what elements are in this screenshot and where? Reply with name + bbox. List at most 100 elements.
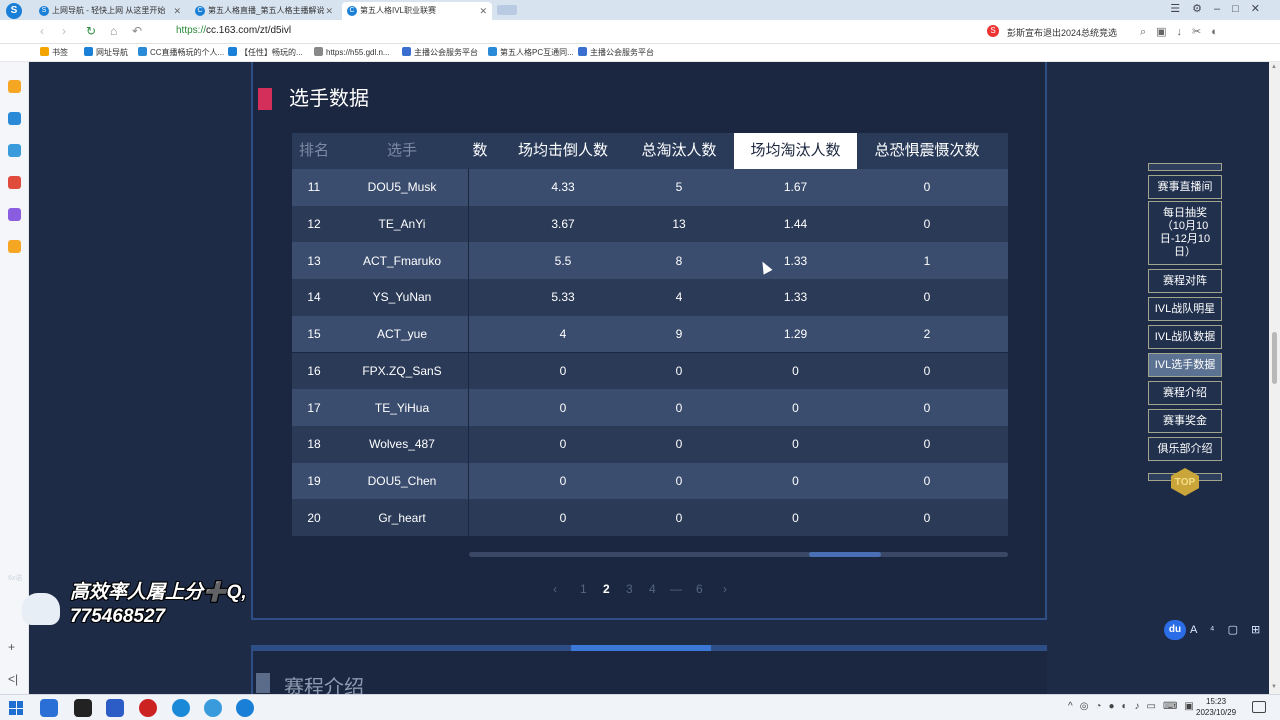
taskbar-app-icon[interactable] bbox=[172, 699, 190, 717]
cell-player[interactable]: DOU5_Chen bbox=[336, 463, 468, 500]
notification-icon[interactable] bbox=[1252, 701, 1266, 713]
nav-top-strip bbox=[1148, 163, 1222, 171]
pdf-icon[interactable] bbox=[8, 176, 21, 189]
prev-page-button[interactable]: ‹ bbox=[553, 582, 557, 596]
taskbar-app-icon[interactable] bbox=[74, 699, 92, 717]
header-player[interactable]: 选手 bbox=[336, 133, 468, 169]
nav-schedule[interactable]: 赛程对阵 bbox=[1148, 269, 1222, 293]
next-page-button[interactable]: › bbox=[723, 582, 727, 596]
bookmark-favicon-icon bbox=[488, 47, 497, 56]
nav-club-intro[interactable]: 俱乐部介绍 bbox=[1148, 437, 1222, 461]
clock-time: 15:23 bbox=[1206, 697, 1227, 706]
cell-total-eliminations: 0 bbox=[675, 363, 683, 378]
cloud-icon[interactable] bbox=[8, 144, 21, 157]
nav-prize[interactable]: 赛事奖金 bbox=[1148, 409, 1222, 433]
collapse-icon[interactable]: <| bbox=[8, 672, 18, 686]
window-controls[interactable]: ☰⚙–□✕ bbox=[1170, 2, 1272, 15]
header-total-terror-shocks[interactable]: 总恐惧震慑次数 bbox=[857, 133, 997, 169]
taskbar-clock[interactable]: 15:23 2023/10/29 bbox=[1196, 696, 1236, 718]
header-truncated[interactable]: 数 bbox=[468, 133, 492, 169]
bookmark-item[interactable]: 主播公会服务平台 bbox=[402, 47, 478, 58]
cell-player[interactable]: TE_YiHua bbox=[336, 389, 468, 426]
url-field[interactable]: https://cc.163.com/zt/d5ivl bbox=[176, 25, 291, 36]
page-button-current[interactable]: 2 bbox=[603, 582, 610, 596]
taskbar-app-icon[interactable] bbox=[204, 699, 222, 717]
bookmark-item[interactable]: 网址导航 bbox=[84, 47, 128, 58]
page-button[interactable]: 3 bbox=[626, 582, 633, 596]
cell-player[interactable]: ACT_yue bbox=[336, 316, 468, 353]
nav-player-data[interactable]: IVL选手数据 bbox=[1148, 353, 1222, 377]
table-row: 15 ACT_yue 4 9 1.29 2 bbox=[292, 315, 1008, 353]
undo-icon[interactable]: ↶ bbox=[132, 24, 142, 38]
browser-logo-icon[interactable]: S bbox=[6, 3, 22, 19]
cell-player[interactable]: ACT_Fmaruko bbox=[336, 242, 468, 279]
taskbar-app-icon[interactable] bbox=[40, 699, 58, 717]
page-button[interactable]: 4 bbox=[649, 582, 656, 596]
page-button[interactable]: 6 bbox=[696, 582, 703, 596]
add-icon[interactable]: + bbox=[8, 640, 15, 654]
cell-player[interactable]: DOU5_Musk bbox=[336, 169, 468, 206]
search-icon[interactable] bbox=[8, 240, 21, 253]
taskbar-app-icon[interactable] bbox=[106, 699, 124, 717]
cell-rank: 20 bbox=[307, 510, 321, 525]
taskbar-app-icon[interactable] bbox=[139, 699, 157, 717]
news-ticker[interactable]: 彭斯宣布退出2024总统竞选 bbox=[1007, 26, 1117, 39]
taskbar: ^◎◔●◐♪▭⌨▣ 15:23 2023/10/29 bbox=[0, 694, 1280, 720]
vertical-scrollbar[interactable]: ▲ ▼ bbox=[1269, 62, 1280, 694]
note-icon[interactable] bbox=[8, 208, 21, 221]
browser-tab[interactable]: S 上网导航 - 轻快上网 从这里开始 ✕ bbox=[34, 2, 186, 20]
cell-player[interactable]: FPX.ZQ_SanS bbox=[336, 353, 468, 390]
nav-daily-lottery[interactable]: 每日抽奖（10月10日-12月10日） bbox=[1148, 201, 1222, 265]
scrollbar-thumb[interactable] bbox=[1272, 332, 1277, 384]
horizontal-scrollbar[interactable] bbox=[469, 552, 1008, 557]
history-icon[interactable] bbox=[8, 112, 21, 125]
clock-date: 2023/10/29 bbox=[1196, 708, 1237, 717]
address-toolbar-icons[interactable]: ⌕▣↓✂◐ bbox=[1140, 25, 1228, 39]
header-avg-knockdowns[interactable]: 场均击倒人数 bbox=[502, 133, 624, 169]
page-ellipsis[interactable]: — bbox=[670, 582, 682, 596]
taskbar-app-icon[interactable] bbox=[236, 699, 254, 717]
nav-team-data[interactable]: IVL战队数据 bbox=[1148, 325, 1222, 349]
forward-icon[interactable]: › bbox=[62, 24, 66, 38]
system-tray[interactable]: ^◎◔●◐♪▭⌨▣ bbox=[1068, 701, 1201, 712]
header-avg-eliminations[interactable]: 场均淘汰人数 bbox=[734, 133, 857, 169]
close-icon[interactable]: ✕ bbox=[325, 2, 333, 20]
cell-player[interactable]: YS_YuNan bbox=[336, 279, 468, 316]
scrollbar-thumb[interactable] bbox=[809, 552, 881, 557]
cell-total-eliminations: 8 bbox=[675, 253, 683, 268]
cell-player[interactable]: Wolves_487 bbox=[336, 426, 468, 463]
close-icon[interactable]: ✕ bbox=[173, 2, 181, 20]
du-icon[interactable]: du bbox=[1164, 620, 1186, 640]
news-icon: S bbox=[987, 25, 999, 37]
nav-schedule-intro[interactable]: 赛程介绍 bbox=[1148, 381, 1222, 405]
nav-live-room[interactable]: 赛事直播间 bbox=[1148, 175, 1222, 199]
bookmark-item[interactable]: https://h55.gdl.n... bbox=[314, 47, 390, 57]
bookmark-item[interactable]: 【任性】畅玩的... bbox=[228, 47, 303, 58]
bookmark-item[interactable]: 第五人格PC互通同... bbox=[488, 47, 574, 58]
cell-player[interactable]: TE_AnYi bbox=[336, 206, 468, 243]
new-tab-button[interactable] bbox=[497, 5, 517, 15]
bookmark-item[interactable]: 书签 bbox=[40, 47, 68, 58]
home-icon[interactable]: ⌂ bbox=[110, 24, 117, 38]
refresh-icon[interactable]: ↻ bbox=[86, 24, 96, 38]
page-button[interactable]: 1 bbox=[580, 582, 587, 596]
header-rank[interactable]: 排名 bbox=[292, 133, 336, 169]
bookmark-item[interactable]: 主播公会服务平台 bbox=[578, 47, 654, 58]
nav-team-stars[interactable]: IVL战队明星 bbox=[1148, 297, 1222, 321]
bookmark-item[interactable]: CC直播畅玩的个人... bbox=[138, 47, 224, 58]
du-tools-icons[interactable]: A ⁴ ▢ ⊞ bbox=[1190, 623, 1265, 636]
close-icon[interactable]: ✕ bbox=[479, 2, 487, 20]
back-icon[interactable]: ‹ bbox=[40, 24, 44, 38]
header-total-eliminations[interactable]: 总淘汰人数 bbox=[624, 133, 734, 169]
cell-total-terror-shocks: 0 bbox=[923, 400, 931, 415]
cell-total-terror-shocks: 0 bbox=[923, 510, 931, 525]
cell-player[interactable]: Gr_heart bbox=[336, 499, 468, 536]
scroll-down-icon[interactable]: ▼ bbox=[1271, 684, 1277, 690]
tab-favicon-icon: C bbox=[347, 6, 357, 16]
bookmark-favicon-icon bbox=[228, 47, 237, 56]
windows-start-icon[interactable] bbox=[9, 701, 23, 715]
browser-tab-active[interactable]: C 第五人格IVL职业联赛 ✕ bbox=[342, 2, 492, 20]
scroll-up-icon[interactable]: ▲ bbox=[1271, 64, 1277, 70]
browser-tab[interactable]: C 第五人格直播_第五人格主播解说 ✕ bbox=[190, 2, 338, 20]
favorites-icon[interactable] bbox=[8, 80, 21, 93]
